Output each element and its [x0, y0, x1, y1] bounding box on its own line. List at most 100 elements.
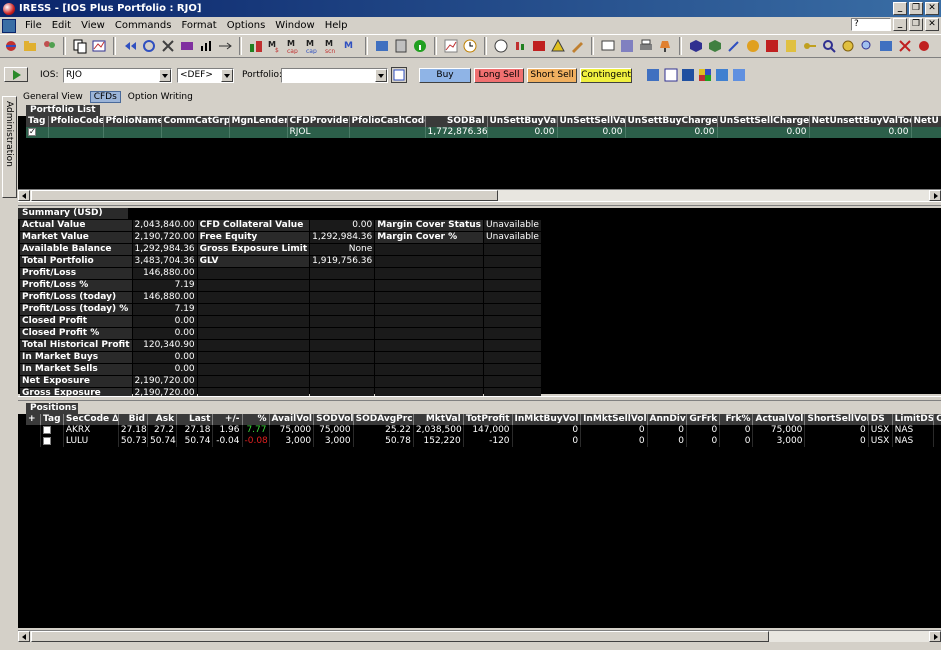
tab-option-writing[interactable]: Option Writing [125, 92, 196, 102]
col-header[interactable]: MktVal [413, 414, 464, 425]
pen-icon[interactable] [569, 38, 585, 54]
col-header[interactable]: Ask [147, 414, 178, 425]
settings-icon[interactable] [840, 38, 856, 54]
cube-icon[interactable] [688, 38, 704, 54]
tag-checkbox[interactable] [28, 127, 36, 137]
minimize-button[interactable]: _ [893, 2, 907, 15]
play-button[interactable] [4, 67, 28, 82]
col-header[interactable]: Last [176, 414, 214, 425]
col-header[interactable]: LimitDS [892, 414, 935, 425]
folder-icon[interactable] [22, 38, 38, 54]
mdi-minimize-button[interactable]: _ [893, 18, 907, 31]
tag-checkbox[interactable] [43, 436, 52, 445]
portfolio-list-hscrollbar[interactable] [18, 189, 941, 201]
help-search-box[interactable]: ? [851, 18, 891, 31]
order-icon-5[interactable] [714, 67, 730, 83]
col-header[interactable]: PfolioName [103, 116, 162, 127]
grid-icon[interactable] [619, 38, 635, 54]
menu-view[interactable]: View [76, 20, 110, 31]
scroll-thumb[interactable] [31, 631, 769, 642]
bar-chart-icon[interactable] [198, 38, 214, 54]
line-chart-icon[interactable] [443, 38, 459, 54]
people-icon[interactable] [41, 38, 57, 54]
table-row[interactable]: RJOL 1,772,876.36 0.00 0.00 0.00 0.00 0.… [26, 127, 941, 138]
order-icon-1[interactable] [645, 67, 661, 83]
alert-icon[interactable] [550, 38, 566, 54]
orders-icon[interactable] [374, 38, 390, 54]
mdi-restore-button[interactable]: ❐ [909, 18, 923, 31]
administration-tab[interactable]: Administration [2, 96, 17, 198]
tag-cell[interactable] [40, 425, 64, 436]
col-header[interactable]: GrFrk [686, 414, 721, 425]
order-icon-2[interactable] [663, 67, 679, 83]
col-header[interactable]: ShortSellVol [804, 414, 869, 425]
magnify-icon[interactable] [859, 38, 875, 54]
col-header[interactable]: PfolioCashCode [349, 116, 426, 127]
col-header[interactable]: NetUnsettBuyValTod [809, 116, 912, 127]
col-header[interactable]: CommCatGrp [161, 116, 230, 127]
col-header[interactable]: TotProfit [463, 414, 513, 425]
info-icon[interactable] [412, 38, 428, 54]
col-header[interactable]: Op [933, 414, 941, 425]
contingent-button[interactable]: Contingent [580, 68, 632, 83]
restore-button[interactable]: ❐ [909, 2, 923, 15]
market-cap-icon[interactable]: Mcap [286, 38, 302, 55]
rewind-icon[interactable] [122, 38, 138, 54]
order-icon-3[interactable] [680, 67, 696, 83]
table-icon[interactable] [878, 38, 894, 54]
scroll-left-button[interactable] [18, 631, 30, 642]
col-header[interactable]: SecCode ∆ [63, 414, 119, 425]
col-header[interactable]: NetU [911, 116, 941, 127]
scroll-right-button[interactable] [929, 190, 941, 201]
search-icon[interactable] [821, 38, 837, 54]
portfolio-combo[interactable] [281, 68, 388, 83]
chevron-down-icon[interactable] [375, 69, 387, 82]
refresh-icon[interactable] [141, 38, 157, 54]
col-header[interactable]: SODBal [425, 116, 488, 127]
copy-icon[interactable] [72, 38, 88, 54]
col-header[interactable]: CFDProvider [287, 116, 350, 127]
key-icon[interactable] [802, 38, 818, 54]
positions-hscrollbar[interactable] [18, 630, 941, 642]
col-header[interactable]: InMktBuyVol [512, 414, 582, 425]
col-header[interactable]: Tag [26, 116, 49, 127]
menu-commands[interactable]: Commands [110, 20, 177, 31]
candle-icon[interactable] [512, 38, 528, 54]
menu-format[interactable]: Format [176, 20, 221, 31]
chevron-down-icon[interactable] [221, 69, 233, 82]
portfolio-picker-icon[interactable] [391, 67, 407, 83]
col-header[interactable]: % [242, 414, 270, 425]
clock-icon[interactable] [462, 38, 478, 54]
def-combo[interactable]: <DEF> [177, 68, 234, 83]
table-row[interactable]: AKRX 27.18 27.2 27.18 1.96 7.77 75,000 75,000 25… [26, 425, 941, 436]
document-icon[interactable] [2, 18, 16, 33]
screen-icon[interactable] [600, 38, 616, 54]
col-header[interactable]: UnSettSellVal [557, 116, 626, 127]
arrows-icon[interactable] [217, 38, 233, 54]
menu-file[interactable]: File [20, 20, 47, 31]
col-header[interactable]: Frk% [719, 414, 754, 425]
extra-icon[interactable] [916, 38, 932, 54]
news-icon[interactable] [531, 38, 547, 54]
chart-window-icon[interactable] [91, 38, 107, 54]
col-header[interactable]: InMktSellVol [580, 414, 648, 425]
lamp-icon[interactable] [657, 38, 673, 54]
ios-combo[interactable]: RJO [63, 68, 172, 83]
order-icon-4[interactable] [697, 67, 713, 83]
trading-icon[interactable] [745, 38, 761, 54]
table-row[interactable]: LULU 50.73 50.74 50.74 -0.04 -0.08 3,000 3,000 5… [26, 436, 941, 447]
col-header[interactable]: ActualVol [752, 414, 806, 425]
monitor-icon[interactable] [179, 38, 195, 54]
timer-icon[interactable] [493, 38, 509, 54]
panel-splitter[interactable] [18, 201, 941, 206]
expand-all-header[interactable]: + [26, 414, 42, 425]
cancel-icon[interactable] [897, 38, 913, 54]
col-header[interactable]: DS [868, 414, 893, 425]
order-icon-6[interactable] [731, 67, 747, 83]
col-header[interactable]: +/- [212, 414, 243, 425]
col-header[interactable]: AvailVol [269, 414, 315, 425]
menu-help[interactable]: Help [320, 20, 353, 31]
market-cap-2-icon[interactable]: Mcap [305, 38, 321, 55]
menu-edit[interactable]: Edit [47, 20, 76, 31]
menu-options[interactable]: Options [222, 20, 271, 31]
